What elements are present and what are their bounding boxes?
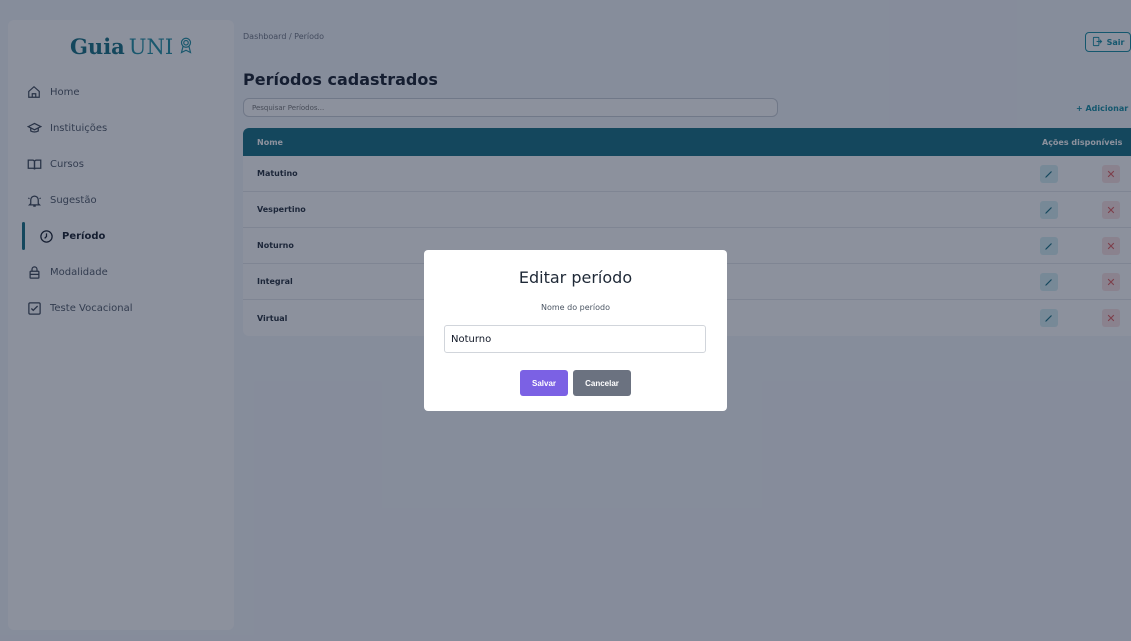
edit-period-modal: Editar período Nome do período Salvar Ca… bbox=[424, 250, 727, 411]
period-name-input[interactable] bbox=[444, 325, 706, 353]
modal-title: Editar período bbox=[518, 268, 633, 287]
cancel-button[interactable]: Cancelar bbox=[573, 370, 631, 396]
period-name-label: Nome do período bbox=[540, 303, 611, 312]
save-button[interactable]: Salvar bbox=[520, 370, 568, 396]
